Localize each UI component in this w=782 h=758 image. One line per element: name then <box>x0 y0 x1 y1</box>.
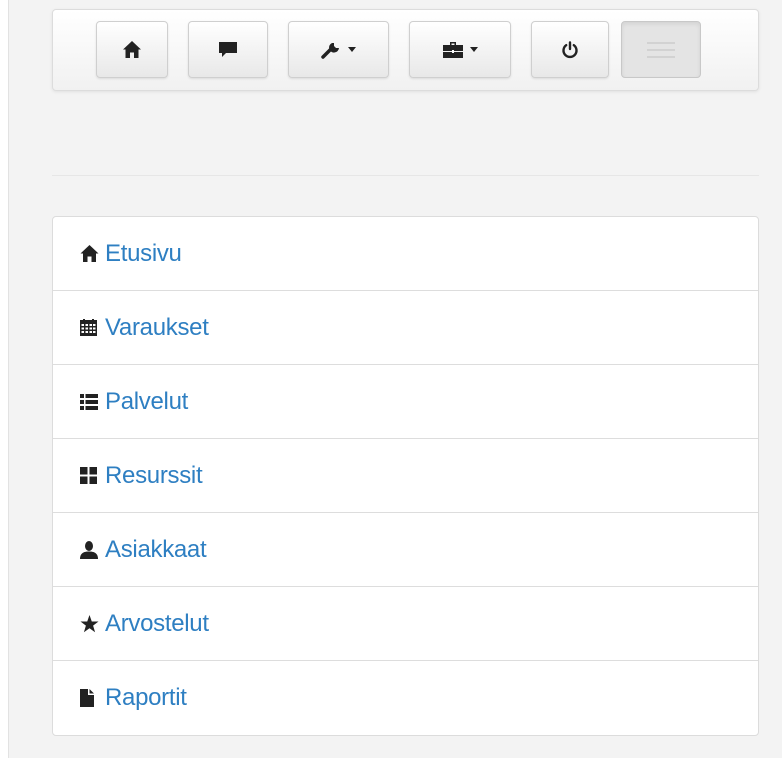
menu-item-palvelut[interactable]: Palvelut <box>53 365 758 439</box>
menu-item-asiakkaat[interactable]: Asiakkaat <box>53 513 758 587</box>
calendar-icon <box>80 318 102 338</box>
user-icon <box>80 540 102 560</box>
menu-item-label: Resurssit <box>105 461 203 489</box>
menu-icon <box>647 41 675 58</box>
comment-icon <box>219 41 237 57</box>
menu-item-resurssit[interactable]: Resurssit <box>53 439 758 513</box>
messages-button[interactable] <box>188 21 268 78</box>
home-icon <box>80 244 102 264</box>
navigation-menu: Etusivu Varaukset Palvelut Resurssit Asi… <box>52 216 759 736</box>
file-icon <box>80 688 102 708</box>
home-icon <box>123 41 141 58</box>
menu-item-label: Raportit <box>105 684 187 711</box>
menu-item-arvostelut[interactable]: Arvostelut <box>53 587 758 661</box>
divider <box>52 175 759 176</box>
sidebar-panel: Etusivu Varaukset Palvelut Resurssit Asi… <box>8 0 782 758</box>
menu-item-label: Asiakkaat <box>105 535 207 563</box>
tools-dropdown-button[interactable] <box>288 21 389 78</box>
toolbar <box>52 9 759 91</box>
chevron-down-icon <box>469 47 478 52</box>
menu-item-label: Varaukset <box>105 313 209 341</box>
menu-item-etusivu[interactable]: Etusivu <box>53 217 758 291</box>
list-icon <box>80 392 102 412</box>
menu-toggle-button[interactable] <box>621 21 701 78</box>
menu-item-label: Palvelut <box>105 387 188 415</box>
home-button[interactable] <box>96 21 168 78</box>
th-large-icon <box>80 466 102 486</box>
business-dropdown-button[interactable] <box>409 21 511 78</box>
star-icon <box>80 614 102 634</box>
power-icon <box>562 40 578 58</box>
briefcase-icon <box>442 41 463 58</box>
menu-item-varaukset[interactable]: Varaukset <box>53 291 758 365</box>
menu-item-label: Arvostelut <box>105 609 209 637</box>
logout-button[interactable] <box>531 21 609 78</box>
chevron-down-icon <box>348 47 356 52</box>
wrench-icon <box>321 42 339 59</box>
menu-item-label: Etusivu <box>105 239 182 267</box>
menu-item-raportit[interactable]: Raportit <box>53 661 758 735</box>
